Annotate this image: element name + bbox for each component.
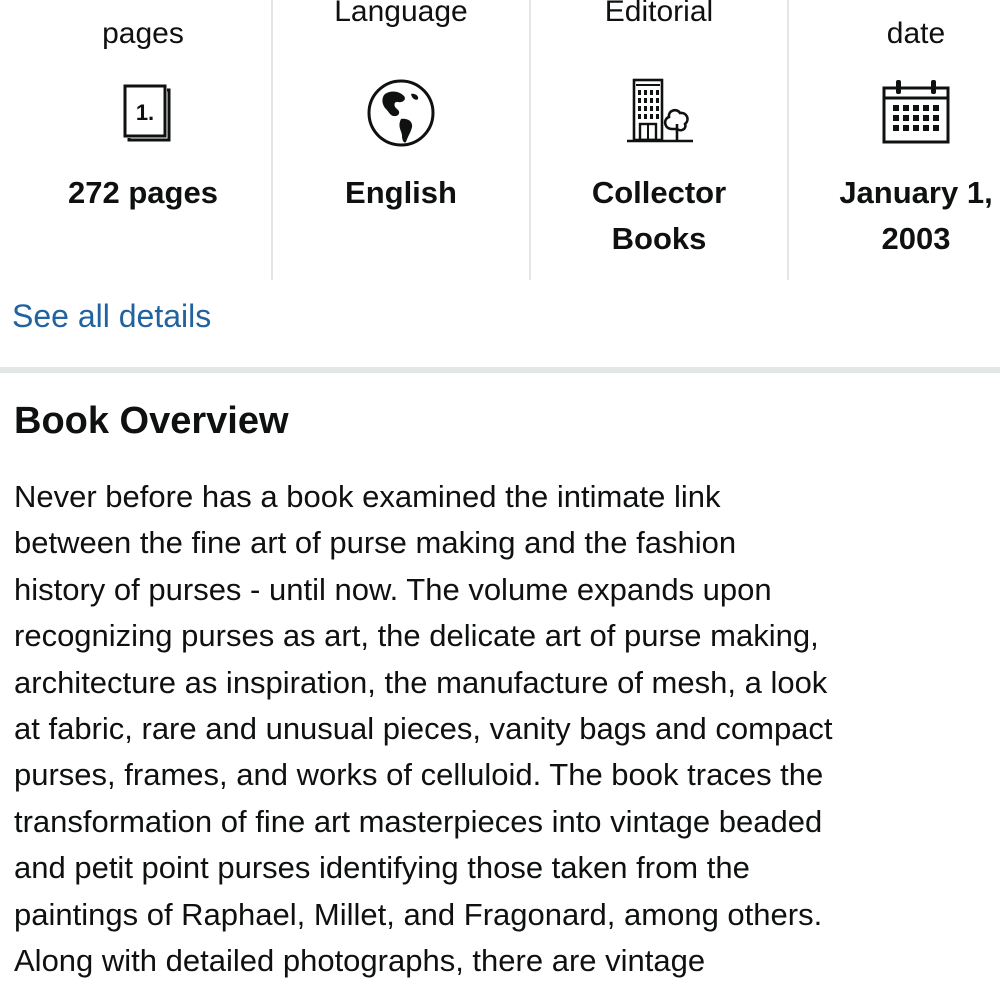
book-overview-heading: Book Overview — [14, 400, 289, 442]
overview-text-line: recognizing purses as art, the delicate … — [14, 618, 819, 654]
page-count-icon: 1. — [123, 84, 171, 142]
detail-card-publisher: Editorial Collector Books — [530, 0, 788, 280]
detail-value-line: 272 pages — [68, 175, 218, 210]
see-all-details-link[interactable]: See all details — [12, 296, 211, 336]
overview-text-line: and petit point purses identifying those… — [14, 850, 750, 886]
detail-value-line: English — [345, 175, 457, 210]
detail-label-date: date — [886, 17, 946, 50]
publisher-building-icon — [627, 78, 693, 143]
overview-text-line: Along with detailed photographs, there a… — [14, 943, 706, 979]
detail-label-publisher: Editorial — [604, 0, 714, 28]
detail-card-language: Language English — [272, 0, 530, 280]
detail-value-date: January 1, 2003 — [788, 170, 1000, 262]
detail-card-pages: pages 1. 272 pages — [14, 0, 272, 280]
calendar-icon — [882, 80, 950, 144]
product-details-carousel[interactable]: pages 1. 272 pages Language English Edit… — [0, 0, 1000, 280]
detail-value-line: Books — [611, 221, 707, 256]
globe-icon — [367, 79, 435, 147]
detail-value-line: 2003 — [881, 221, 951, 256]
detail-value-publisher: Collector Books — [530, 170, 788, 262]
overview-text-line: purses, frames, and works of celluloid. … — [14, 757, 824, 793]
detail-label-pages: pages — [102, 17, 184, 50]
overview-text-line: at fabric, rare and unusual pieces, vani… — [14, 711, 833, 747]
book-overview-text: Never before has a book examined the int… — [14, 474, 989, 984]
book-details-page: pages 1. 272 pages Language English Edit… — [0, 0, 1000, 1000]
detail-value-line: January 1, — [839, 175, 993, 210]
overview-text-line: paintings of Raphael, Millet, and Fragon… — [14, 896, 823, 932]
section-divider — [0, 367, 1000, 373]
overview-text-line: history of purses - until now. The volum… — [14, 571, 772, 607]
detail-label-language: Language — [334, 0, 468, 28]
detail-value-language: English — [272, 170, 530, 216]
detail-value-line: Collector — [591, 175, 727, 210]
overview-text-line: Never before has a book examined the int… — [14, 479, 721, 514]
overview-text-line: between the fine art of purse making and… — [14, 525, 737, 561]
detail-card-date: date January 1, 2003 — [788, 0, 1000, 280]
detail-value-pages: 272 pages — [14, 170, 272, 216]
overview-text-line: transformation of fine art masterpieces … — [14, 803, 823, 839]
overview-text-line: architecture as inspiration, the manufac… — [14, 664, 828, 700]
page-icon-number: 1. — [136, 100, 154, 125]
